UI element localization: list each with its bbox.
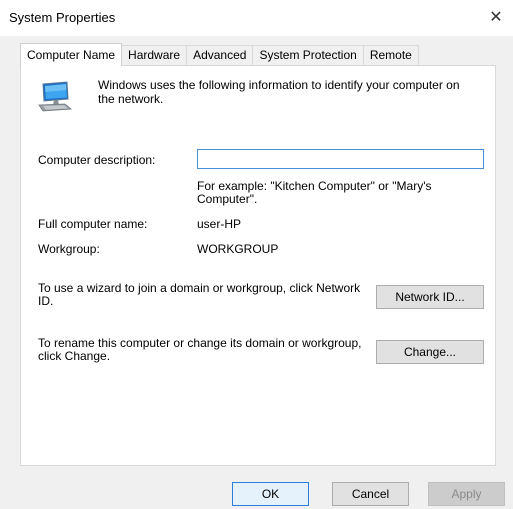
network-id-button[interactable]: Network ID... [376, 285, 484, 309]
workgroup-label: Workgroup: [38, 242, 100, 256]
change-instructions: To rename this computer or change its do… [38, 336, 362, 363]
computer-icon [38, 81, 73, 112]
change-button[interactable]: Change... [376, 340, 484, 364]
computer-description-label: Computer description: [38, 153, 156, 167]
tab-computer-name[interactable]: Computer Name [20, 43, 123, 66]
window-title: System Properties [9, 10, 116, 25]
apply-button[interactable]: Apply [428, 482, 505, 506]
ok-button[interactable]: OK [232, 482, 309, 506]
workgroup-value: WORKGROUP [197, 242, 279, 256]
dialog-client-area: Computer Name Hardware Advanced System P… [0, 36, 513, 509]
tab-strip: Computer Name Hardware Advanced System P… [20, 43, 419, 66]
intro-text: Windows uses the following information t… [98, 78, 460, 106]
computer-name-panel: Windows uses the following information t… [20, 65, 496, 466]
system-properties-dialog: System Properties ✕ Computer Name Hardwa… [0, 0, 513, 509]
title-bar: System Properties ✕ [0, 0, 513, 36]
full-computer-name-label: Full computer name: [38, 217, 148, 231]
close-icon: ✕ [489, 9, 503, 26]
tab-advanced[interactable]: Advanced [186, 45, 254, 66]
computer-description-input[interactable] [197, 149, 484, 169]
close-button[interactable]: ✕ [483, 6, 509, 30]
description-example-text: For example: "Kitchen Computer" or "Mary… [197, 179, 432, 206]
tab-remote[interactable]: Remote [362, 45, 419, 66]
tab-system-protection[interactable]: System Protection [252, 45, 364, 66]
full-computer-name-value: user-HP [197, 217, 242, 231]
cancel-button[interactable]: Cancel [332, 482, 409, 506]
network-id-instructions: To use a wizard to join a domain or work… [38, 281, 361, 308]
tab-hardware[interactable]: Hardware [121, 45, 188, 66]
